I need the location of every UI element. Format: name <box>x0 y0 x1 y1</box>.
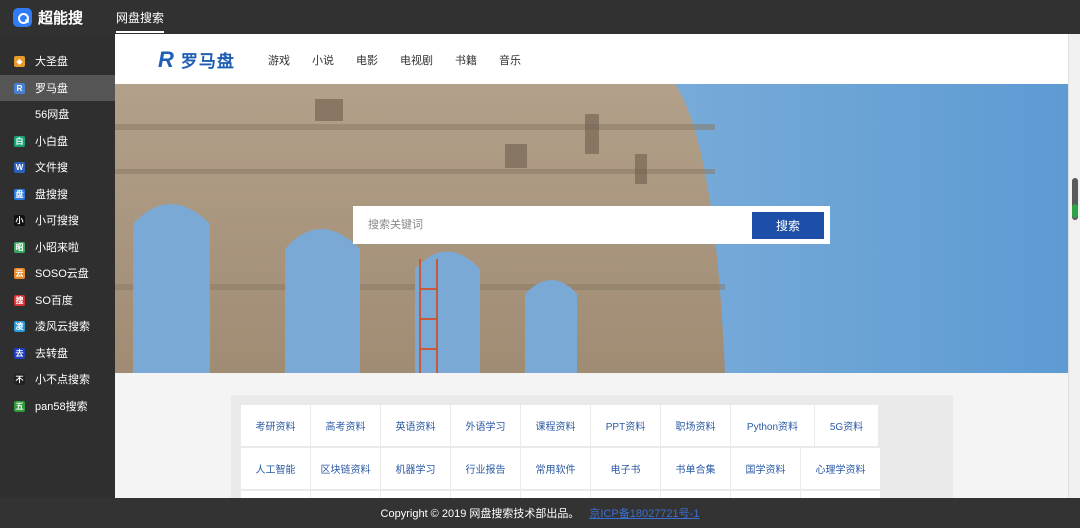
resource-tag[interactable]: 国学资料 <box>731 448 801 490</box>
resource-tag[interactable]: 书单合集 <box>661 448 731 490</box>
search-input[interactable] <box>359 211 739 239</box>
resource-tag[interactable] <box>311 491 381 498</box>
site-logo[interactable]: R 罗马盘 <box>158 47 235 72</box>
sidebar-item-label: 罗马盘 <box>35 83 68 95</box>
main-browser-view: R 罗马盘 游戏 小说 电影 电视剧 书籍 音乐 搜索关键词 搜索 考研资料 高… <box>115 34 1080 498</box>
pan58-icon: 五 <box>14 400 25 412</box>
resource-tag[interactable] <box>381 491 451 498</box>
sidebar-item-label: 小可搜搜 <box>35 215 79 227</box>
sidebar-item[interactable]: 五 pan58搜索 <box>0 393 115 419</box>
icp-license-link[interactable]: 京ICP备18027721号-1 <box>589 505 699 521</box>
resource-tag[interactable]: 英语资料 <box>381 405 451 447</box>
sidebar: ◆ 大圣盘 R 罗马盘 56网盘白小白盘 W 文件搜盘盘搜搜小小可搜搜昭小昭来啦云 SOSO云… <box>0 34 115 498</box>
sidebar-item-label: 小白盘 <box>35 136 68 148</box>
sidebar-item-label: SOSO云盘 <box>35 268 89 280</box>
xiaoke-icon: 小 <box>14 214 25 226</box>
nav-item-novels[interactable]: 小说 <box>312 52 334 68</box>
tab-netdisk-search[interactable]: 网盘搜索 <box>116 9 165 33</box>
resource-tag[interactable]: 人工智能 <box>241 448 311 490</box>
resource-tag[interactable] <box>521 491 591 498</box>
monkey-king-icon: ◆ <box>14 55 25 67</box>
sidebar-item-label: 大圣盘 <box>35 56 68 68</box>
sidebar-item[interactable]: 小小可搜搜 <box>0 207 115 233</box>
sidebar-item-label: 凌风云搜索 <box>35 321 90 333</box>
sidebar-item[interactable]: 盘盘搜搜 <box>0 181 115 207</box>
nav-item-books[interactable]: 书籍 <box>455 52 477 68</box>
xiaozhao-icon: 昭 <box>14 241 25 253</box>
nav-item-movies[interactable]: 电影 <box>356 52 378 68</box>
hero-banner-colosseum: 搜索 <box>115 84 1068 373</box>
resource-tag[interactable]: 机器学习 <box>381 448 451 490</box>
resource-tag[interactable]: 高考资料 <box>311 405 381 447</box>
resource-tag[interactable] <box>801 491 881 498</box>
sidebar-item-label: 盘搜搜 <box>35 189 68 201</box>
sidebar-item-label: 文件搜 <box>35 162 68 174</box>
resource-tag[interactable]: 课程资料 <box>521 405 591 447</box>
site-header: R 罗马盘 游戏 小说 电影 电视剧 书籍 音乐 <box>115 34 1068 84</box>
luoma-r-logo-icon: R <box>158 46 174 72</box>
lingfeng-icon: 凌 <box>14 320 25 332</box>
resource-tag[interactable] <box>731 491 801 498</box>
resource-tag[interactable] <box>451 491 521 498</box>
sidebar-item-label: pan58搜索 <box>35 401 88 413</box>
footer: Copyright © 2019 网盘搜索技术部出品。 京ICP备1802772… <box>0 498 1080 528</box>
luoma-r-icon: R <box>14 82 25 94</box>
resource-tag[interactable]: 外语学习 <box>451 405 521 447</box>
sidebar-item[interactable]: 云 SOSO云盘 <box>0 260 115 286</box>
sidebar-item-label: 小不点搜索 <box>35 374 90 386</box>
resource-tag[interactable]: 5G资料 <box>815 405 879 447</box>
soso-icon: 云 <box>14 267 25 279</box>
resource-tag[interactable]: Python资料 <box>731 405 815 447</box>
sidebar-item[interactable]: 凌凌风云搜索 <box>0 313 115 339</box>
nav-item-games[interactable]: 游戏 <box>268 52 290 68</box>
xiaobai-icon: 白 <box>14 135 25 147</box>
resource-tag[interactable]: 心理学资料 <box>801 448 881 490</box>
resource-tag[interactable]: 区块链资料 <box>311 448 381 490</box>
xiaobudian-icon: 不 <box>14 373 25 385</box>
scrollbar-indicator <box>1072 204 1078 218</box>
sidebar-item[interactable]: 去去转盘 <box>0 340 115 366</box>
search-button[interactable]: 搜索 <box>752 212 824 239</box>
site-logo-text: 罗马盘 <box>180 52 235 71</box>
resource-tag[interactable]: 电子书 <box>591 448 661 490</box>
nav-item-tv-series[interactable]: 电视剧 <box>400 52 433 68</box>
sidebar-item-label: SO百度 <box>35 295 73 307</box>
sidebar-item[interactable]: 不小不点搜索 <box>0 366 115 392</box>
sidebar-item[interactable]: ◆ 大圣盘 <box>0 48 115 74</box>
brand[interactable]: 超能搜 <box>13 7 83 27</box>
resource-tag[interactable]: PPT资料 <box>591 405 661 447</box>
resource-tag[interactable] <box>591 491 661 498</box>
top-bar: 超能搜 网盘搜索 <box>0 0 1080 34</box>
sidebar-item-label: 小昭来啦 <box>35 242 79 254</box>
search-box: 搜索 <box>353 206 830 244</box>
resource-tag[interactable] <box>661 491 731 498</box>
resource-tag[interactable]: 职场资料 <box>661 405 731 447</box>
resource-tags-panel: 考研资料 高考资料 英语资料 外语学习 课程资料 PPT资料 职场资料 Python资料 5G资… <box>231 395 953 498</box>
sidebar-item[interactable]: 搜 SO百度 <box>0 287 115 313</box>
sidebar-item[interactable]: 白小白盘 <box>0 128 115 154</box>
nav-item-music[interactable]: 音乐 <box>499 52 521 68</box>
sidebar-item[interactable]: 56网盘 <box>0 101 115 127</box>
so-baidu-icon: 搜 <box>14 294 25 306</box>
site-nav: 游戏 小说 电影 电视剧 书籍 音乐 <box>268 52 543 68</box>
quzhuan-icon: 去 <box>14 347 25 359</box>
pansoso-icon: 盘 <box>14 188 25 200</box>
page-scrollbar[interactable] <box>1068 34 1080 498</box>
resource-tag[interactable]: 考研资料 <box>241 405 311 447</box>
sidebar-item[interactable]: W 文件搜 <box>0 154 115 180</box>
resource-tag[interactable] <box>241 491 311 498</box>
resource-tag[interactable]: 常用软件 <box>521 448 591 490</box>
chaonengsou-logo-icon <box>13 7 32 27</box>
resource-tag[interactable]: 行业报告 <box>451 448 521 490</box>
sidebar-item[interactable]: 昭小昭来啦 <box>0 234 115 260</box>
brand-name: 超能搜 <box>38 9 84 27</box>
sidebar-item-label: 56网盘 <box>35 109 70 121</box>
footer-copyright: Copyright © 2019 网盘搜索技术部出品。 <box>380 508 580 520</box>
w-letter-icon: W <box>14 161 25 173</box>
sidebar-item[interactable]: R 罗马盘 <box>0 75 115 101</box>
sidebar-item-label: 去转盘 <box>35 348 68 360</box>
